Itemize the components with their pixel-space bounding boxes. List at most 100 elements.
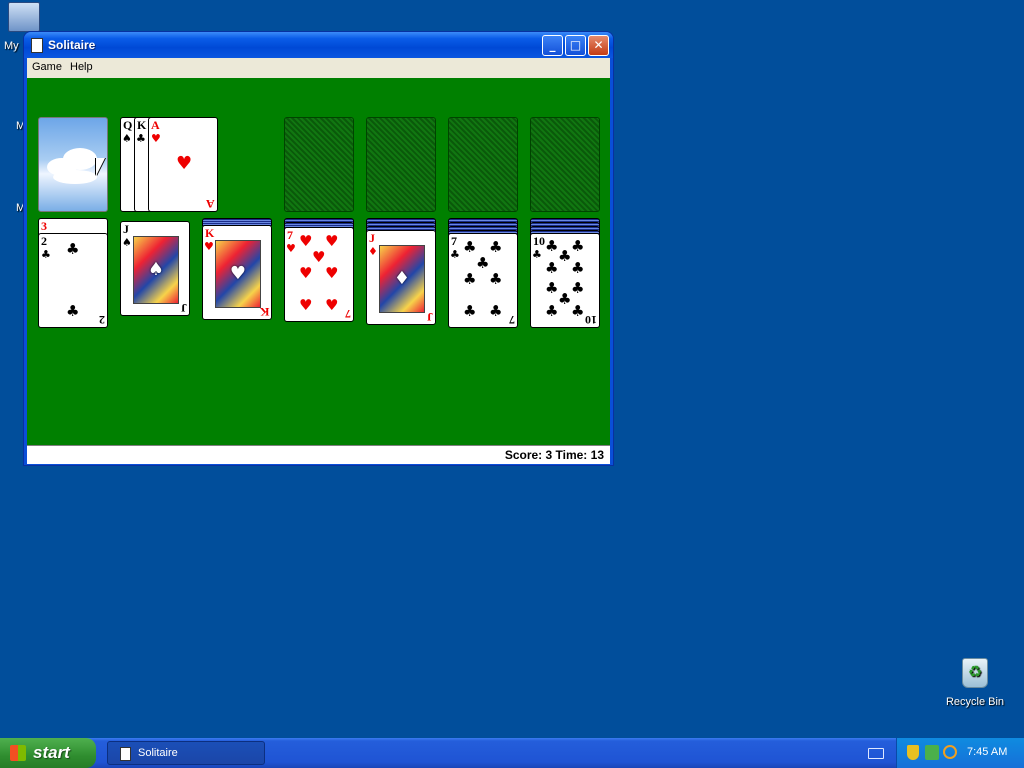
card-suit-icon: ♥ <box>204 240 214 253</box>
card-suit-icon: ♥ <box>151 132 161 145</box>
window-title: Solitaire <box>48 38 96 52</box>
card-suit-icon: ♣ <box>476 254 490 272</box>
card-suit-icon: ♣ <box>545 302 559 320</box>
face-card-art: ♦ <box>379 245 425 313</box>
card-suit-icon: ♥ <box>299 296 313 314</box>
card-rank: 3 <box>41 219 47 233</box>
title-bar[interactable]: Solitaire _ □ ✕ <box>24 32 613 58</box>
card-rank: 10 <box>533 234 545 248</box>
card-suit-icon: ♣ <box>463 270 477 288</box>
recycle-bin-icon: ♻ <box>962 658 988 688</box>
card-rank: 7 <box>345 307 351 321</box>
card-suit-icon: ♥ <box>286 242 296 255</box>
card-rank: K <box>205 226 215 240</box>
card-rank: 7 <box>509 313 515 327</box>
desktop-icon-label: Recycle Bin <box>945 696 1005 708</box>
card-suit-icon: ♥ <box>176 153 193 174</box>
maximize-button[interactable]: □ <box>565 35 586 56</box>
clock[interactable]: 7:45 AM <box>967 746 1007 758</box>
tableau-top-card[interactable]: 7 ♥ ♥ ♥ ♥ ♥ ♥ ♥ ♥ 7 <box>284 227 354 322</box>
foundation-slot[interactable] <box>366 117 436 212</box>
waste-top-card[interactable]: A ♥ ♥ A <box>148 117 218 212</box>
card-suit-icon: ♠ <box>122 236 132 249</box>
start-button[interactable]: start <box>0 738 96 768</box>
status-bar: Score: 3 Time: 13 <box>27 445 610 464</box>
card-rank: J <box>369 231 375 245</box>
taskbar-button-solitaire[interactable]: Solitaire <box>107 741 265 765</box>
tableau-top-card[interactable]: K ♥ ♥ K <box>202 225 272 320</box>
keyboard-icon[interactable] <box>868 748 884 759</box>
card-suit-icon: ♠ <box>122 132 132 145</box>
card-suit-icon: ♣ <box>571 237 585 255</box>
menu-bar: Game Help <box>27 58 610 78</box>
card-suit-icon: ♣ <box>571 279 585 297</box>
tableau-top-card[interactable]: J ♠ ♠ J <box>120 221 190 316</box>
card-rank: J <box>427 310 433 324</box>
face-card-art: ♥ <box>215 240 261 308</box>
tableau-top-card[interactable]: 2 ♣ ♣ ♣ 2 <box>38 233 108 328</box>
card-suit-icon: ♣ <box>571 259 585 277</box>
computer-icon <box>8 2 40 32</box>
card-suit-icon: ♣ <box>41 248 51 261</box>
card-suit-icon: ♥ <box>312 248 326 266</box>
card-suit-icon: ♣ <box>545 279 559 297</box>
card-suit-icon: ♣ <box>558 290 572 308</box>
tableau-top-card[interactable]: 7 ♣ ♣ ♣ ♣ ♣ ♣ ♣ ♣ 7 <box>448 233 518 328</box>
search-icon[interactable] <box>943 745 957 759</box>
card-suit-icon: ♥ <box>299 232 313 250</box>
tableau-top-card[interactable]: J ♦ ♦ J <box>366 230 436 325</box>
card-rank: A <box>151 118 160 132</box>
card-suit-icon: ♣ <box>545 237 559 255</box>
card-rank: K <box>259 305 269 319</box>
card-suit-icon: ♣ <box>489 302 503 320</box>
solitaire-app-icon <box>31 38 43 53</box>
card-rank: 7 <box>451 234 457 248</box>
menu-game[interactable]: Game <box>32 61 62 73</box>
card-suit-icon: ♣ <box>489 238 503 256</box>
card-suit-icon: ♣ <box>558 247 572 265</box>
card-suit-icon: ♣ <box>136 132 146 145</box>
foundation-slot[interactable] <box>530 117 600 212</box>
card-rank: 2 <box>41 234 47 248</box>
card-rank: J <box>181 301 187 315</box>
system-tray: 7:45 AM <box>896 738 1024 768</box>
card-suit-icon: ♣ <box>66 240 80 258</box>
card-suit-icon: ♣ <box>463 238 477 256</box>
taskbar: start Solitaire 7:45 AM <box>0 738 1024 768</box>
security-shield-icon[interactable] <box>907 745 919 760</box>
card-suit-icon: ♣ <box>463 302 477 320</box>
card-rank: Q <box>123 118 133 132</box>
card-suit-icon: ♣ <box>545 259 559 277</box>
card-suit-icon: ♦ <box>368 245 378 258</box>
card-suit-icon: ♥ <box>325 296 339 314</box>
card-suit-icon: ♣ <box>66 302 80 320</box>
game-board: Q ♠ K ♣ A ♥ ♥ A 3 2 ♣ ♣ ♣ 2 J ♠ ♠ J K ♥ … <box>27 78 610 445</box>
menu-help[interactable]: Help <box>70 61 93 73</box>
taskbar-button-label: Solitaire <box>138 747 178 759</box>
card-rank: 10 <box>585 313 597 327</box>
windows-logo-icon <box>10 745 26 761</box>
card-rank: A <box>206 197 215 211</box>
foundation-slot[interactable] <box>284 117 354 212</box>
close-button[interactable]: ✕ <box>588 35 609 56</box>
card-suit-icon: ♣ <box>450 248 460 261</box>
card-suit-icon: ♥ <box>299 264 313 282</box>
score-time-status: Score: 3 Time: 13 <box>504 448 604 462</box>
mouse-cursor <box>96 158 105 176</box>
card-suit-icon: ♣ <box>532 248 542 261</box>
solitaire-window: Solitaire _ □ ✕ Game Help Q ♠ K ♣ A ♥ ♥ … <box>24 32 613 465</box>
card-suit-icon: ♥ <box>325 232 339 250</box>
card-suit-icon: ♣ <box>571 302 585 320</box>
face-card-art: ♠ <box>133 236 179 304</box>
card-rank: K <box>137 118 147 132</box>
network-icon[interactable] <box>925 745 939 760</box>
tableau-top-card[interactable]: 10 ♣ ♣ ♣ ♣ ♣ ♣ ♣ ♣ ♣ ♣ ♣ 10 <box>530 233 600 328</box>
minimize-button[interactable]: _ <box>542 35 563 56</box>
card-rank: J <box>123 222 129 236</box>
desktop-icon-recycle-bin[interactable]: ♻ Recycle Bin <box>944 658 1006 708</box>
card-suit-icon: ♣ <box>489 270 503 288</box>
card-suit-icon: ♥ <box>325 264 339 282</box>
foundation-slot[interactable] <box>448 117 518 212</box>
start-label: start <box>33 743 70 762</box>
card-rank: 2 <box>99 313 105 327</box>
